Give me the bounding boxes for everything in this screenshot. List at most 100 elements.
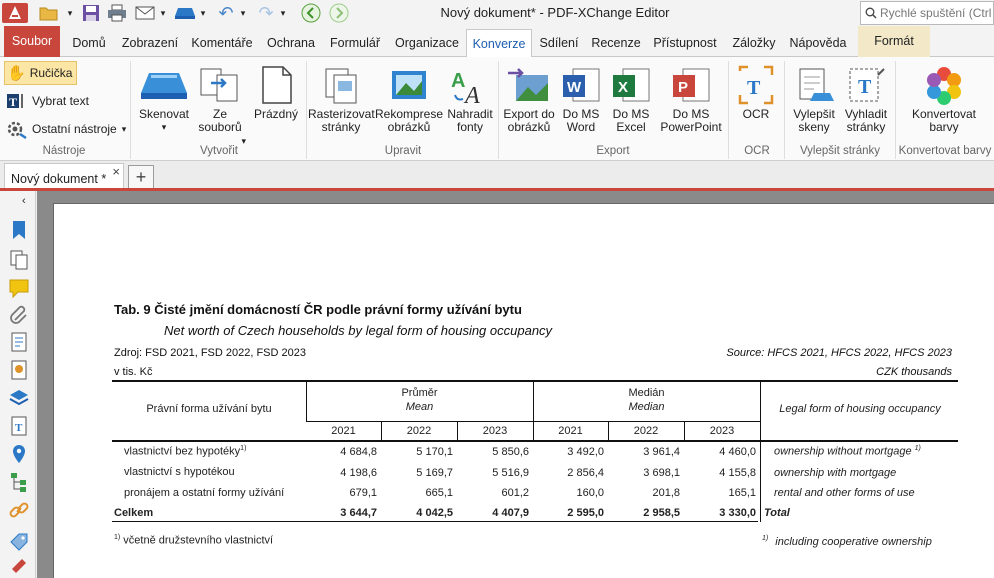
table-cell: 4 198,6 (340, 467, 377, 479)
table-cell: 3 961,4 (643, 446, 680, 458)
group-separator (728, 61, 729, 159)
tab-ochrana[interactable]: Ochrana (262, 29, 320, 57)
tab-komentare[interactable]: Komentáře (186, 29, 258, 57)
tab-organizace[interactable]: Organizace (390, 29, 464, 57)
tab-konverze[interactable]: Konverze (466, 29, 532, 58)
ocr-button[interactable]: T OCR (732, 65, 780, 121)
undo-icon[interactable]: ↶ (214, 3, 238, 23)
to-powerpoint-button[interactable]: P Do MS PowerPoint (656, 65, 726, 134)
pdf-page[interactable]: Tab. 9 Čisté jmění domácností ČR podle p… (53, 203, 994, 578)
ribbon-tabs: Soubor Domů Zobrazení Komentáře Ochrana … (0, 26, 994, 58)
rasterize-pages-button[interactable]: Rasterizovat stránky (308, 65, 375, 134)
table-cell: 601,2 (501, 487, 529, 499)
tab-zalozky[interactable]: Záložky (726, 29, 782, 57)
group-separator (498, 61, 499, 159)
select-text-button[interactable]: T Vybrat text (4, 89, 93, 113)
table-cell: 679,1 (349, 487, 377, 499)
attachments-icon[interactable] (8, 303, 30, 325)
redo-icon[interactable]: ↷ (254, 3, 278, 23)
improve-scans-icon (799, 68, 834, 101)
scanner-icon (141, 73, 187, 99)
left-sidebar: ‹ T (0, 191, 36, 578)
table-cell: 4 407,9 (492, 507, 529, 519)
scan-button[interactable]: Skenovat ▾ (136, 65, 192, 134)
source-cz: Zdroj: FSD 2021, FSD 2022, FSD 2023 (114, 347, 306, 359)
content-icon[interactable]: T (8, 415, 30, 437)
select-text-label: Vybrat text (32, 94, 89, 108)
links-icon[interactable] (8, 499, 30, 521)
signatures-icon[interactable] (8, 359, 30, 381)
tab-zobrazeni[interactable]: Zobrazení (118, 29, 182, 57)
tab-soubor[interactable]: Soubor (4, 26, 60, 57)
back-icon[interactable] (299, 3, 323, 23)
document-properties-icon[interactable] (8, 331, 30, 353)
app-logo-icon[interactable] (2, 3, 28, 23)
tab-formular[interactable]: Formulář (324, 29, 386, 57)
blank-document-button[interactable]: Prázdný (250, 65, 302, 121)
email-dropdown-icon[interactable]: ▾ (158, 3, 168, 23)
export-images-button[interactable]: Export do obrázků (500, 65, 558, 134)
quick-launch-search[interactable] (860, 1, 994, 25)
quick-launch-input[interactable] (880, 6, 992, 20)
print-icon[interactable] (106, 3, 128, 23)
header-median-cz: Medián (628, 387, 665, 399)
hand-icon: ✋ (7, 65, 26, 82)
tab-napoveda[interactable]: Nápověda (786, 29, 850, 57)
table-subtitle: Net worth of Czech households by legal f… (164, 323, 553, 338)
close-icon[interactable]: × (112, 164, 120, 179)
recompress-images-button[interactable]: Rekomprese obrázků (375, 65, 443, 134)
group-label-tools: Nástroje (42, 145, 86, 157)
collapse-sidebar-icon[interactable]: ‹ (22, 195, 26, 207)
tab-format[interactable]: Formát (858, 26, 930, 57)
scan-quick-icon[interactable] (172, 3, 198, 23)
structure-icon[interactable] (8, 471, 30, 493)
table-cell: 4 460,0 (719, 446, 756, 458)
ocr-icon: T (738, 65, 774, 105)
forward-icon[interactable] (327, 3, 351, 23)
tab-sdileni[interactable]: Sdílení (534, 29, 584, 57)
hand-tool-button[interactable]: ✋ Ručička (4, 61, 78, 85)
smooth-pages-button[interactable]: T Vyhladit stránky (840, 65, 892, 134)
table-cell: 5 850,6 (492, 446, 529, 458)
blank-page-icon (262, 66, 292, 104)
undo-dropdown-icon[interactable]: ▾ (238, 3, 248, 23)
other-tools-button[interactable]: Ostatní nástroje ▾ (4, 117, 130, 141)
tags-icon[interactable] (8, 531, 30, 553)
open-dropdown-icon[interactable]: ▾ (64, 3, 76, 23)
table-title: Tab. 9 Čisté jmění domácností ČR podle p… (114, 302, 522, 317)
to-excel-button[interactable]: X Do MS Excel (608, 65, 654, 134)
tab-recenze[interactable]: Recenze (588, 29, 644, 57)
document-tab[interactable]: Nový dokument * × (4, 163, 124, 191)
table-cell: 4 155,8 (719, 467, 756, 479)
tab-domu[interactable]: Domů (64, 29, 114, 57)
redo-dropdown-icon[interactable]: ▾ (278, 3, 288, 23)
comments-icon[interactable] (8, 277, 30, 299)
from-files-button[interactable]: Ze souborů ▾ (192, 65, 248, 146)
scan-dropdown-icon[interactable]: ▾ (198, 3, 208, 23)
more-panels-icon[interactable] (8, 555, 30, 577)
smooth-pages-label-2: stránky (846, 120, 886, 134)
improve-scans-button[interactable]: Vylepšit skeny (788, 65, 840, 134)
table-cell: 160,0 (576, 487, 604, 499)
table-bottom-rule (112, 521, 758, 522)
save-icon[interactable] (80, 3, 102, 23)
pages-icon[interactable] (8, 249, 30, 271)
recompress-icon (392, 71, 426, 99)
group-label-edit: Upravit (384, 145, 422, 157)
header-year: 2021 (558, 425, 583, 437)
to-word-button[interactable]: W Do MS Word (558, 65, 604, 134)
open-folder-icon[interactable] (36, 3, 62, 23)
header-legal-form-en: Legal form of housing occupancy (779, 403, 941, 415)
svg-text:T: T (747, 77, 761, 99)
row-label-en: Total (764, 507, 790, 519)
convert-colors-button[interactable]: Konvertovat barvy (902, 65, 986, 134)
svg-text:T: T (9, 95, 17, 109)
replace-fonts-button[interactable]: AA Nahradit fonty (444, 65, 496, 134)
bookmark-icon[interactable] (8, 219, 30, 241)
email-icon[interactable] (133, 3, 159, 23)
layers-icon[interactable] (8, 387, 30, 409)
tab-pristupnost[interactable]: Přístupnost (648, 29, 722, 57)
destinations-icon[interactable] (8, 443, 30, 465)
chevron-down-icon: ▾ (121, 123, 127, 134)
new-tab-button[interactable]: + (128, 165, 154, 189)
